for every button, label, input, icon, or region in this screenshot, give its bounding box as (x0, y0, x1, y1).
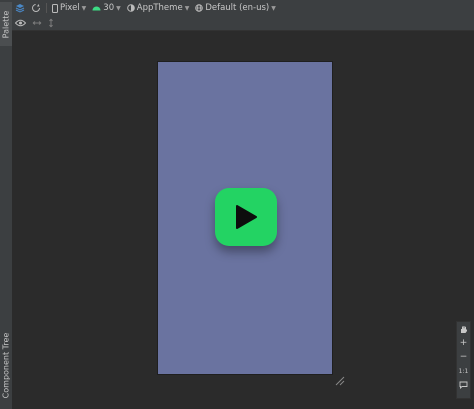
zoom-controls: + − 1:1 (456, 321, 471, 399)
api-level-selector[interactable]: 30 ▼ (89, 0, 123, 16)
resize-handle-icon[interactable] (335, 376, 345, 386)
device-label: Pixel (60, 3, 80, 13)
vertical-arrows-icon (49, 18, 53, 28)
layout-editor-toolbar: Pixel ▼ 30 ▼ AppTheme ▼ Default (en-us) … (12, 0, 474, 16)
zoom-actual-size-button[interactable]: 1:1 (457, 364, 470, 378)
play-icon (236, 205, 257, 229)
hand-icon (461, 325, 467, 333)
layers-icon (15, 4, 25, 13)
rotate-icon (32, 4, 40, 12)
horizontal-arrows-icon (32, 21, 42, 25)
palette-tab-label: Palette (1, 10, 11, 38)
comment-icon (459, 381, 468, 389)
view-options-toolbar (12, 16, 474, 31)
api-level-label: 30 (103, 3, 115, 13)
chevron-down-icon: ▼ (81, 4, 87, 12)
chevron-down-icon: ▼ (116, 4, 121, 12)
app-launcher-icon[interactable] (215, 188, 277, 246)
globe-icon (195, 4, 204, 12)
palette-tab[interactable]: Palette (0, 2, 12, 46)
theme-icon (126, 4, 135, 12)
device-selector[interactable]: Pixel ▼ (49, 0, 89, 16)
zoom-to-fit-button[interactable] (457, 378, 470, 392)
pan-button[interactable] (457, 322, 470, 336)
zoom-in-button[interactable]: + (457, 336, 470, 350)
android-icon (92, 6, 101, 11)
locale-selector[interactable]: Default (en-us) ▼ (192, 0, 279, 16)
component-tree-tab[interactable]: Component Tree (0, 332, 12, 398)
orientation-button[interactable] (28, 0, 44, 16)
theme-label: AppTheme (136, 3, 183, 13)
view-options-button[interactable] (12, 15, 29, 31)
vertical-constraint-button[interactable] (45, 15, 57, 31)
eye-icon (15, 19, 26, 27)
toolbar-separator (46, 3, 47, 13)
component-tree-tab-label: Component Tree (1, 332, 11, 398)
theme-selector[interactable]: AppTheme ▼ (124, 0, 193, 16)
design-surface-button[interactable] (12, 0, 28, 16)
chevron-down-icon: ▼ (271, 4, 276, 12)
horizontal-constraint-button[interactable] (29, 15, 45, 31)
chevron-down-icon: ▼ (184, 4, 190, 12)
device-preview[interactable] (157, 61, 333, 375)
phone-icon (52, 3, 58, 13)
locale-label: Default (en-us) (205, 3, 270, 13)
zoom-out-button[interactable]: − (457, 350, 470, 364)
